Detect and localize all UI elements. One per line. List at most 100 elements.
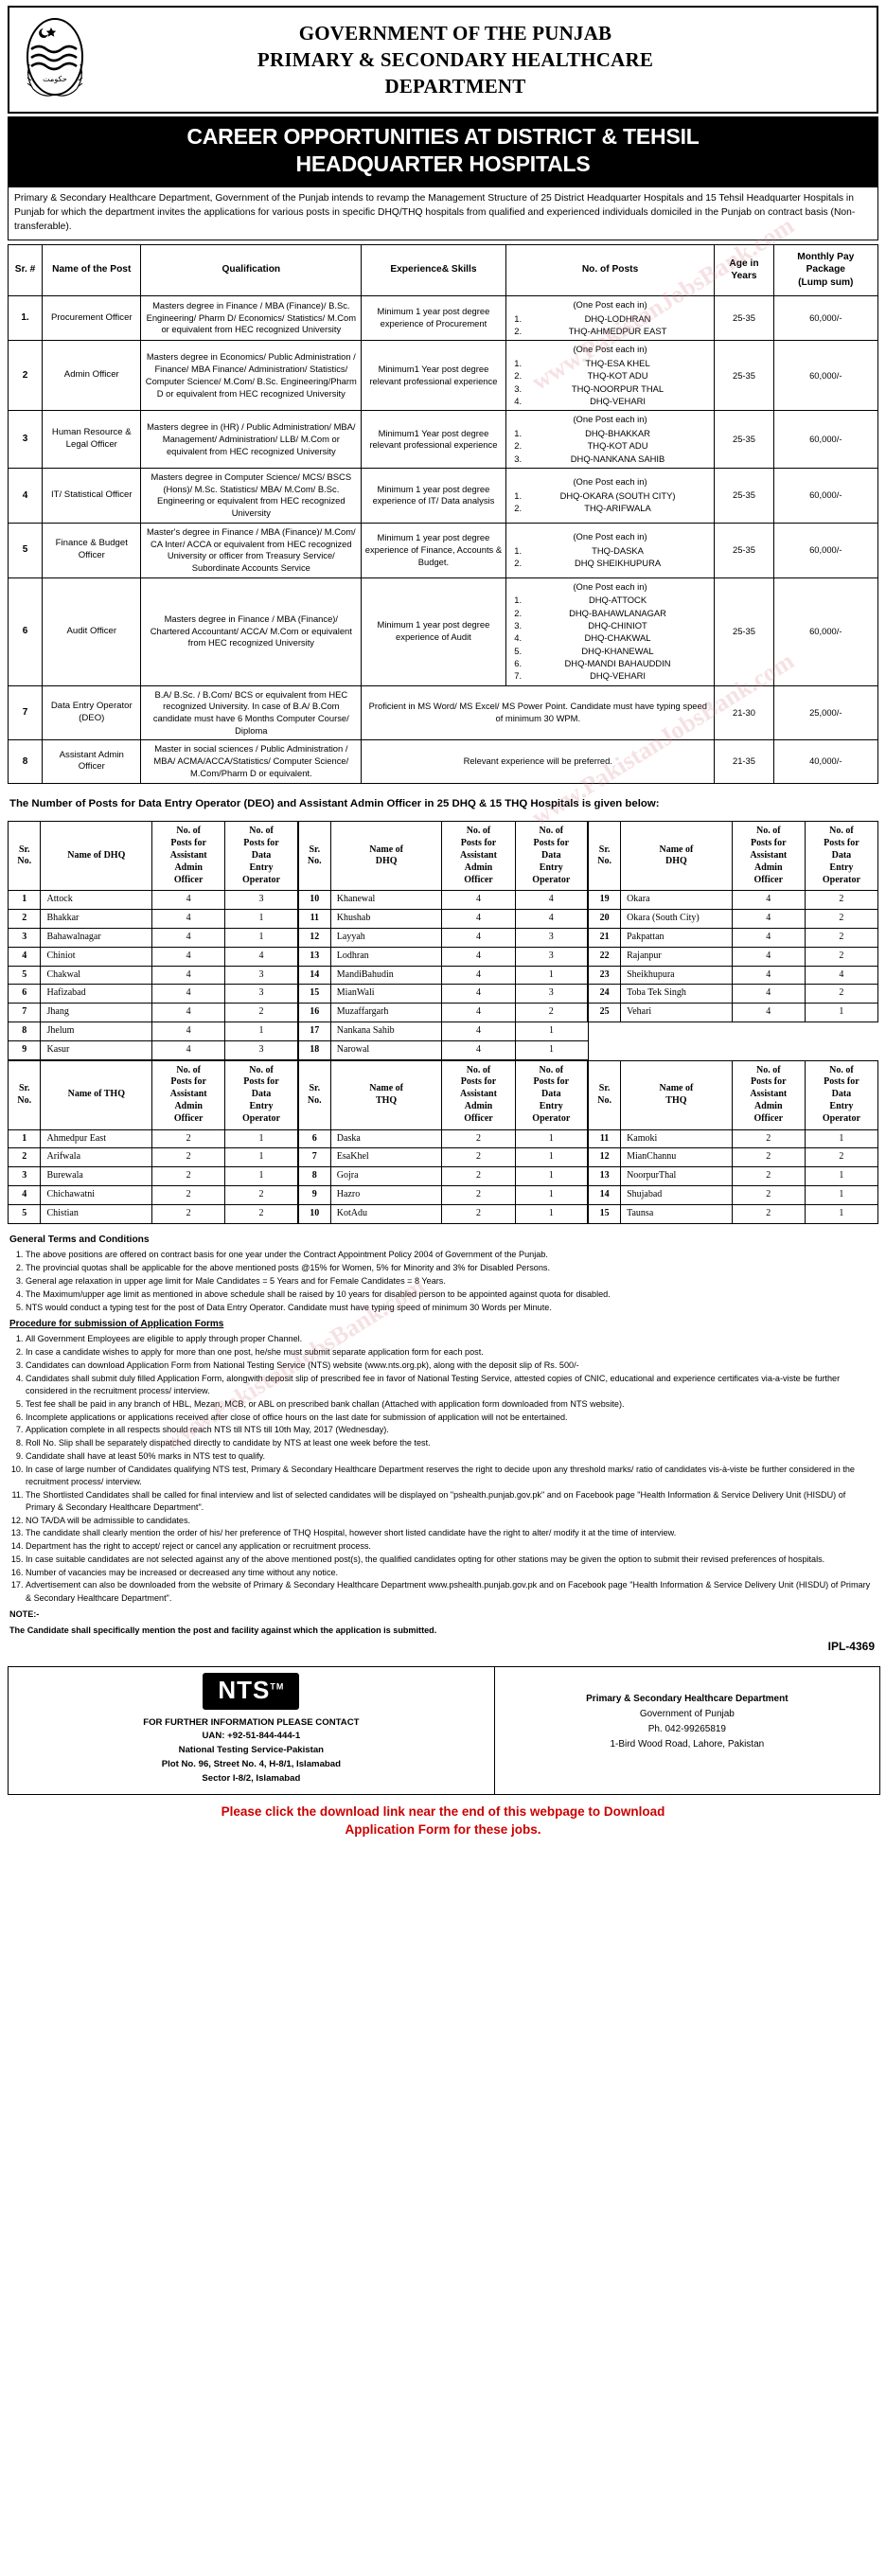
dist-hospital-name: Hafizabad bbox=[40, 984, 153, 1004]
procedure-item: All Government Employees are eligible to… bbox=[26, 1333, 877, 1345]
dist-sr: 3 bbox=[7, 928, 42, 948]
dist-sr: 9 bbox=[296, 1185, 331, 1205]
distribution-row: 1 Ahmedpur East 2 1 6 Daska 2 1 11 Kamoki 2 1 bbox=[7, 1128, 879, 1149]
dist-sr: 24 bbox=[587, 984, 622, 1004]
dist-data-entry-operator-count: 1 bbox=[514, 1166, 589, 1186]
dist-sr: 4 bbox=[7, 946, 42, 967]
dist-data-entry-operator-count: 1 bbox=[514, 1203, 589, 1224]
dist-hospital-name: Gojra bbox=[329, 1166, 443, 1186]
dist-assistant-admin-officer-count: 4 bbox=[731, 984, 806, 1004]
job-posts-list: DHQ-LODHRANTHQ-AHMEDPUR EAST bbox=[509, 312, 712, 338]
dist-hospital-name: Okara (South City) bbox=[620, 909, 733, 930]
th-no-of-posts: No. of Posts bbox=[505, 243, 716, 296]
thq-th-sr-1: Sr. No. bbox=[7, 1059, 42, 1130]
job-post-name: Assistant Admin Officer bbox=[42, 739, 142, 784]
job-posts-list: THQ-DASKADHQ SHEIKHUPURA bbox=[509, 544, 712, 570]
job-sr: 5 bbox=[7, 522, 44, 578]
procedure-item: Number of vacancies may be increased or … bbox=[26, 1567, 877, 1579]
download-instruction-line-2: Application Form for these jobs. bbox=[345, 1821, 541, 1837]
job-post-name: IT/ Statistical Officer bbox=[42, 468, 142, 524]
job-qualification: Masters degree in Finance / MBA (Finance… bbox=[140, 577, 363, 686]
thq-th-name-3: Name of THQ bbox=[620, 1059, 733, 1130]
banner-line-1: CAREER OPPORTUNITIES AT DISTRICT & TEHSI… bbox=[186, 124, 700, 149]
advertisement-page: حکومت GOVERNMENT OF THE PUNJAB PRIMARY &… bbox=[0, 6, 886, 1839]
dist-hospital-name: Vehari bbox=[620, 1003, 733, 1023]
contact-title: FOR FURTHER INFORMATION PLEASE CONTACT bbox=[143, 1716, 360, 1728]
dist-data-entry-operator-count: 3 bbox=[224, 965, 299, 986]
dist-data-entry-operator-count: 1 bbox=[514, 1039, 589, 1060]
dist-sr: 8 bbox=[7, 1022, 42, 1041]
thq-header-row: Sr. No. Name of THQ No. of Posts for Ass… bbox=[7, 1059, 879, 1130]
job-pay: 60,000/- bbox=[772, 522, 879, 578]
dist-sr: 13 bbox=[587, 1166, 622, 1186]
job-age: 25-35 bbox=[714, 294, 774, 342]
dist-data-entry-operator-count: 2 bbox=[224, 1003, 299, 1023]
dist-data-entry-operator-count: 1 bbox=[224, 928, 299, 948]
th-experience: Experience& Skills bbox=[361, 243, 506, 296]
job-pay: 60,000/- bbox=[772, 294, 879, 342]
th-pay-l2: Package bbox=[806, 264, 845, 275]
dist-hospital-name: Attock bbox=[40, 890, 153, 911]
nts-uan: UAN: +92-51-844-444-1 bbox=[202, 1731, 301, 1742]
dist-assistant-admin-officer-count: 4 bbox=[151, 909, 226, 930]
procedure-item: In case of large number of Candidates qu… bbox=[26, 1464, 877, 1489]
distribution-row: 5 Chakwal 4 3 14 MandiBahudin 4 1 23 Sheikhupura 4… bbox=[7, 965, 879, 986]
dist-sr: 1 bbox=[7, 890, 42, 911]
distribution-row: 3 Burewala 2 1 8 Gojra 2 1 13 NoorpurThal 2 1 bbox=[7, 1166, 879, 1186]
job-posts-heading: (One Post each in) bbox=[573, 476, 647, 488]
dist-hospital-name: Chakwal bbox=[40, 965, 153, 986]
dist-assistant-admin-officer-count: 4 bbox=[731, 946, 806, 967]
distribution-row: 5 Chistian 2 2 10 KotAdu 2 1 15 Taunsa 2 1 bbox=[7, 1203, 879, 1224]
dist-assistant-admin-officer-count: 4 bbox=[151, 946, 226, 967]
dist-assistant-admin-officer-count: 2 bbox=[441, 1203, 516, 1224]
job-posts-heading: (One Post each in) bbox=[573, 531, 647, 542]
job-row: 1. Procurement Officer Masters degree in F… bbox=[7, 294, 879, 342]
job-sr: 8 bbox=[7, 739, 44, 784]
dist-data-entry-operator-count: 4 bbox=[224, 946, 299, 967]
dist-assistant-admin-officer-count: 4 bbox=[151, 890, 226, 911]
dist-hospital-name: Khanewal bbox=[329, 890, 443, 911]
dist-data-entry-operator-count: 1 bbox=[804, 1128, 879, 1149]
dist-data-entry-operator-count: 4 bbox=[514, 909, 589, 930]
job-posts-list: DHQ-ATTOCKDHQ-BAHAWLANAGARDHQ-CHINIOTDHQ… bbox=[509, 594, 712, 682]
dist-hospital-name: Hazro bbox=[329, 1185, 443, 1205]
job-sr: 4 bbox=[7, 468, 44, 524]
dist-assistant-admin-officer-count: 4 bbox=[151, 1003, 226, 1023]
procedure-item: In case a candidate wishes to apply for … bbox=[26, 1346, 877, 1359]
dist-data-entry-operator-count: 2 bbox=[804, 890, 879, 911]
job-age: 25-35 bbox=[714, 468, 774, 524]
job-post-location: DHQ-NANKANA SAHIB bbox=[524, 453, 712, 465]
dist-sr: 5 bbox=[7, 1203, 42, 1224]
job-posts-heading: (One Post each in) bbox=[573, 580, 647, 592]
dist-assistant-admin-officer-count: 4 bbox=[441, 928, 516, 948]
dhq-th-name-3: Name of DHQ bbox=[620, 821, 733, 892]
dist-sr: 14 bbox=[587, 1185, 622, 1205]
dist-empty-cell bbox=[805, 1040, 877, 1059]
job-row: 5 Finance & Budget Officer Master's degree… bbox=[7, 522, 879, 578]
dhq-th-sr-3: Sr. No. bbox=[587, 821, 622, 892]
dist-data-entry-operator-count: 1 bbox=[224, 909, 299, 930]
dist-empty-cell bbox=[588, 1022, 620, 1041]
dist-sr: 8 bbox=[296, 1166, 331, 1186]
job-post-name: Human Resource & Legal Officer bbox=[42, 410, 142, 470]
dist-assistant-admin-officer-count: 2 bbox=[441, 1166, 516, 1186]
download-instruction-line-1: Please click the download link near the … bbox=[221, 1803, 665, 1819]
dist-data-entry-operator-count: 1 bbox=[804, 1185, 879, 1205]
dist-assistant-admin-officer-count: 2 bbox=[731, 1185, 806, 1205]
dhq-th-name-1: Name of DHQ bbox=[40, 821, 153, 892]
dist-assistant-admin-officer-count: 2 bbox=[151, 1128, 226, 1149]
dist-sr: 11 bbox=[587, 1128, 622, 1149]
dist-hospital-name: Kasur bbox=[40, 1039, 153, 1060]
dhq-th-name-2: Name of DHQ bbox=[329, 821, 443, 892]
procedure-item: Department has the right to accept/ reje… bbox=[26, 1540, 877, 1553]
thq-distribution-table: Sr. No. Name of THQ No. of Posts for Ass… bbox=[7, 1059, 879, 1224]
term-item: The provincial quotas shall be applicabl… bbox=[26, 1262, 877, 1274]
dist-hospital-name: Toba Tek Singh bbox=[620, 984, 733, 1004]
job-row: 3 Human Resource & Legal Officer Masters d… bbox=[7, 410, 879, 470]
dist-hospital-name: Chichawatni bbox=[40, 1185, 153, 1205]
distribution-row: 4 Chiniot 4 4 13 Lodhran 4 3 22 Rajanpur 4 2 bbox=[7, 946, 879, 967]
dist-assistant-admin-officer-count: 4 bbox=[731, 890, 806, 911]
dist-data-entry-operator-count: 2 bbox=[224, 1185, 299, 1205]
term-item: General age relaxation in upper age limi… bbox=[26, 1275, 877, 1288]
job-pay: 60,000/- bbox=[772, 410, 879, 470]
